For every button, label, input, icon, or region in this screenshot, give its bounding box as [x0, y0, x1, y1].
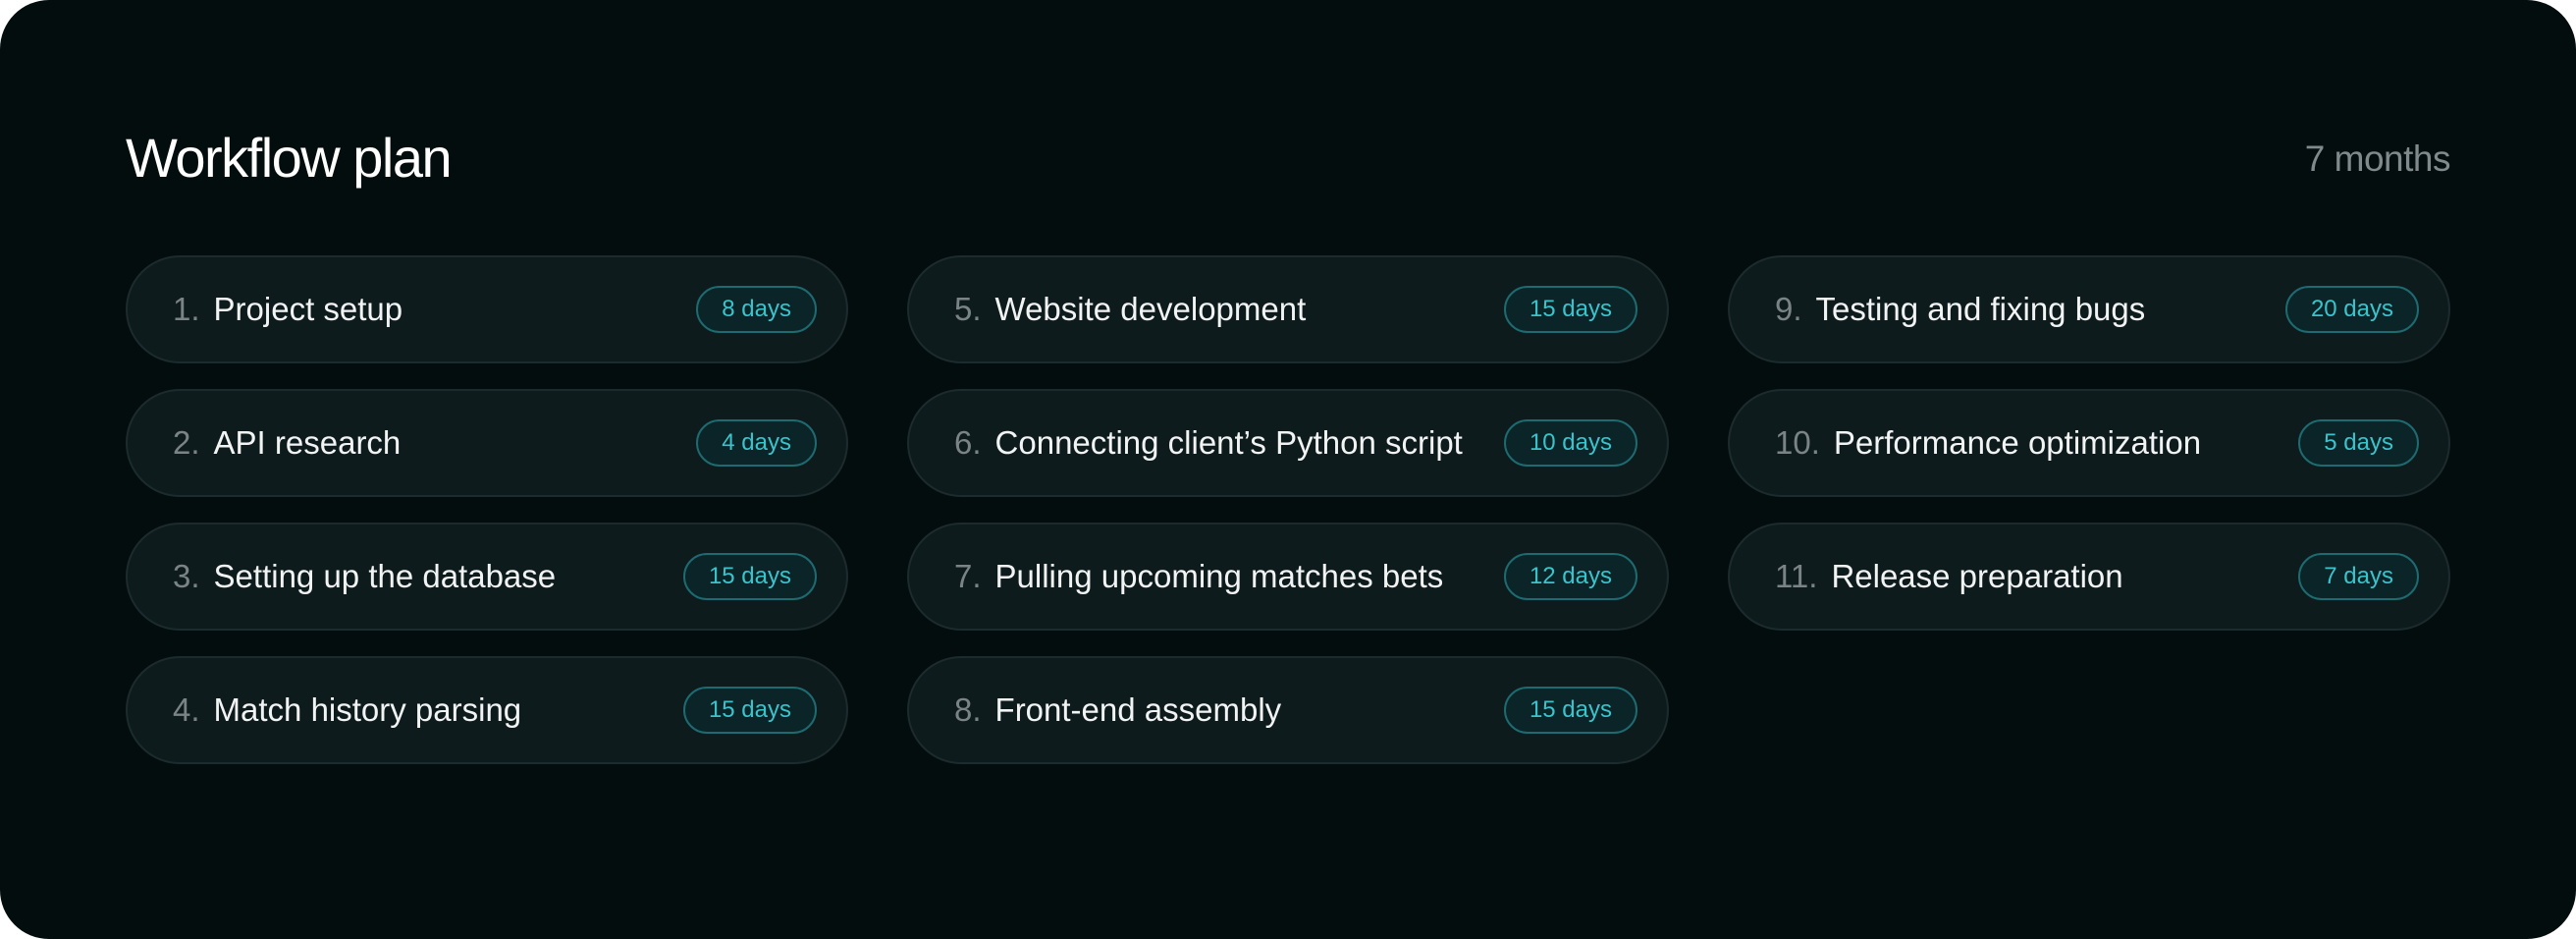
- step-label: Performance optimization: [1833, 424, 2202, 461]
- workflow-step: 10. Performance optimization 5 days: [1728, 389, 2450, 497]
- step-number: 10.: [1775, 424, 1820, 461]
- step-label: Website development: [994, 291, 1307, 327]
- step-label: Connecting client’s Python script: [994, 424, 1463, 461]
- step-number: 4.: [173, 691, 200, 728]
- step-label: Setting up the database: [213, 558, 557, 594]
- step-number: 11.: [1775, 558, 1818, 594]
- duration-badge: 10 days: [1503, 419, 1637, 467]
- step-number: 9.: [1775, 291, 1802, 327]
- step-label: Front-end assembly: [994, 691, 1282, 728]
- duration-badge: 4 days: [696, 419, 817, 467]
- duration-badge: 15 days: [1503, 286, 1637, 333]
- workflow-step: 9. Testing and fixing bugs 20 days: [1728, 255, 2450, 363]
- total-duration: 7 months: [2304, 138, 2451, 179]
- workflow-step: 4. Match history parsing 15 days: [126, 656, 848, 764]
- page-title: Workflow plan: [126, 127, 453, 189]
- step-number: 5.: [954, 291, 982, 327]
- step-number: 7.: [954, 558, 982, 594]
- workflow-step: 8. Front-end assembly 15 days: [907, 656, 1669, 764]
- duration-badge: 8 days: [696, 286, 817, 333]
- workflow-step: 1. Project setup 8 days: [126, 255, 848, 363]
- workflow-plan-card: Workflow plan 7 months 1. Project setup …: [0, 0, 2576, 939]
- step-number: 2.: [173, 424, 200, 461]
- duration-badge: 15 days: [682, 553, 817, 600]
- workflow-step: 3. Setting up the database 15 days: [126, 523, 848, 631]
- step-number: 8.: [954, 691, 982, 728]
- workflow-step: 11. Release preparation 7 days: [1728, 523, 2450, 631]
- duration-badge: 12 days: [1503, 553, 1637, 600]
- steps-column-1: 1. Project setup 8 days 2. API research …: [126, 255, 848, 790]
- workflow-step: 6. Connecting client’s Python script 10 …: [907, 389, 1669, 497]
- workflow-step: 2. API research 4 days: [126, 389, 848, 497]
- step-number: 3.: [173, 558, 200, 594]
- step-label: Release preparation: [1831, 558, 2123, 594]
- step-label: Pulling upcoming matches bets: [994, 558, 1444, 594]
- step-label: Testing and fixing bugs: [1815, 291, 2146, 327]
- duration-badge: 7 days: [2298, 553, 2419, 600]
- workflow-step: 7. Pulling upcoming matches bets 12 days: [907, 523, 1669, 631]
- step-label: API research: [213, 424, 402, 461]
- workflow-step: 5. Website development 15 days: [907, 255, 1669, 363]
- duration-badge: 15 days: [1503, 687, 1637, 734]
- step-label: Match history parsing: [213, 691, 522, 728]
- duration-badge: 20 days: [2284, 286, 2419, 333]
- step-number: 6.: [954, 424, 982, 461]
- steps-column-3: 9. Testing and fixing bugs 20 days 10. P…: [1728, 255, 2450, 656]
- duration-badge: 5 days: [2298, 419, 2419, 467]
- step-label: Project setup: [213, 291, 403, 327]
- steps-column-2: 5. Website development 15 days 6. Connec…: [907, 255, 1669, 790]
- duration-badge: 15 days: [682, 687, 817, 734]
- step-number: 1.: [173, 291, 200, 327]
